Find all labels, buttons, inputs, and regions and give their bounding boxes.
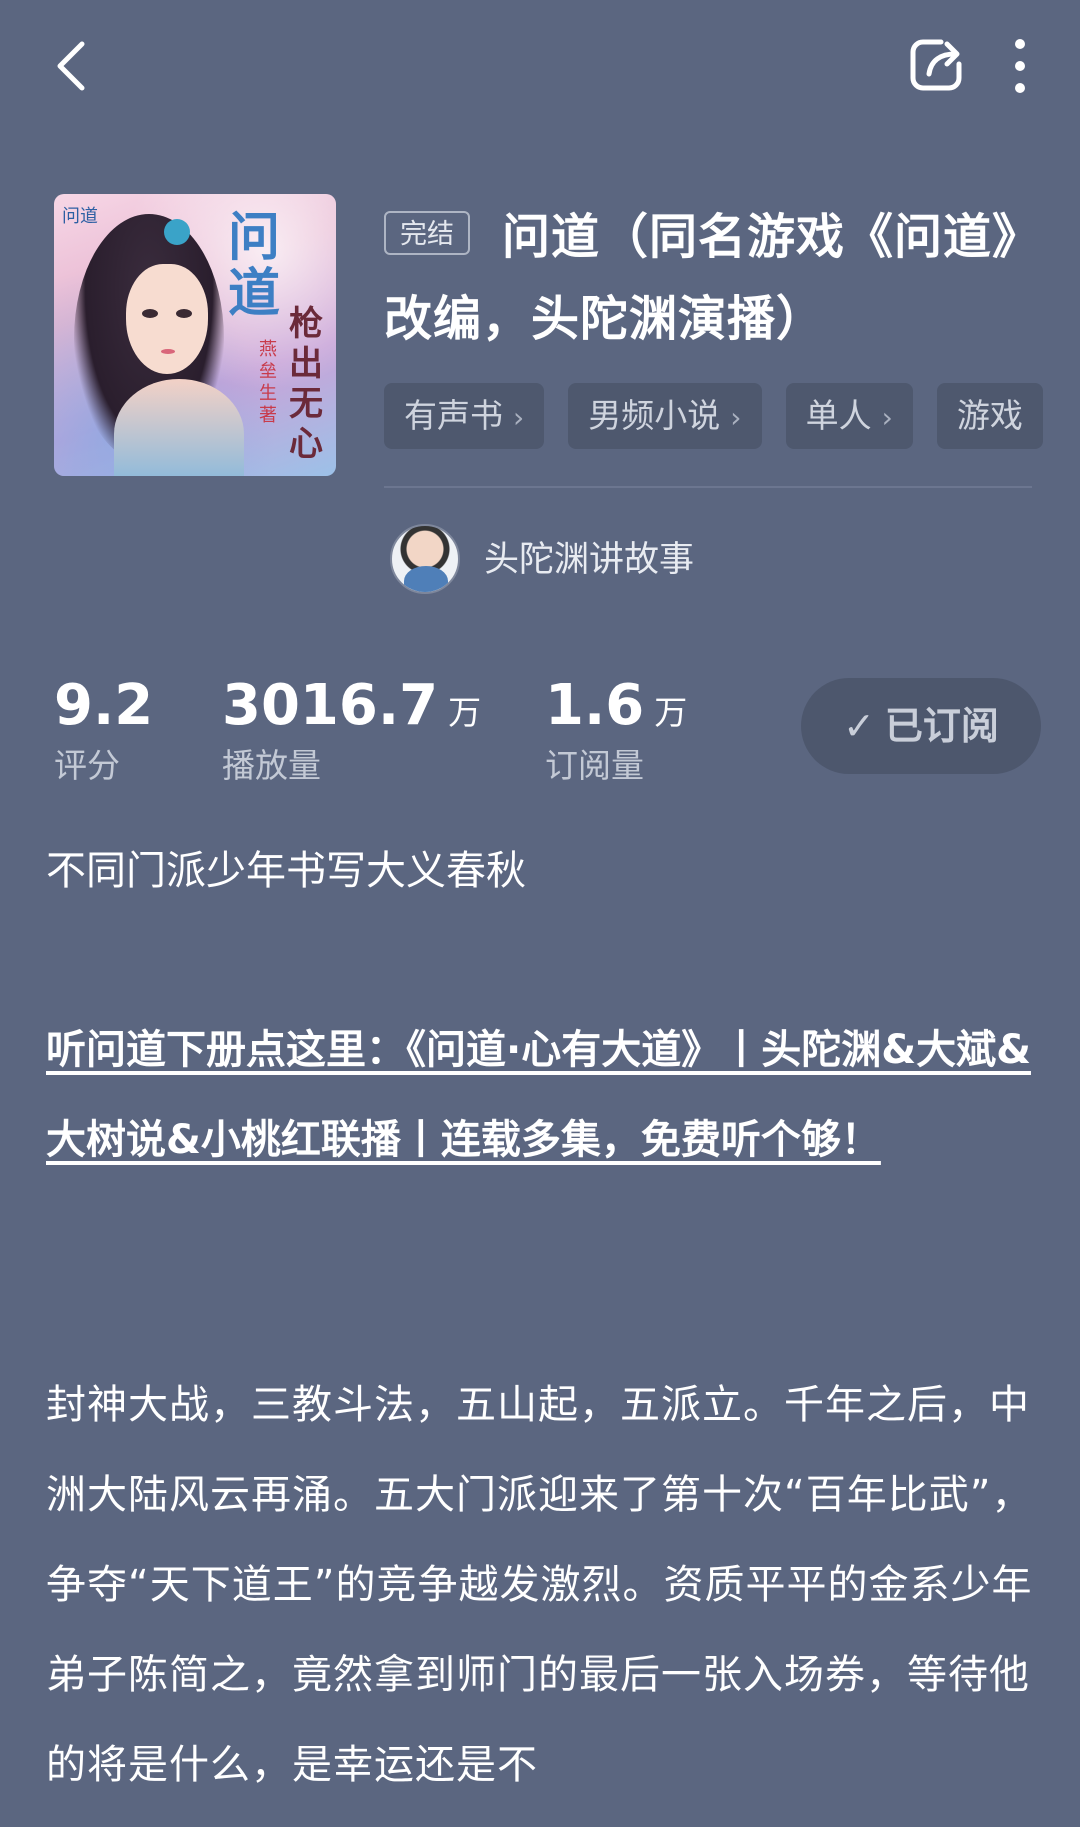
subscribe-label: 已订阅 [884, 704, 999, 748]
back-button[interactable] [48, 36, 96, 96]
plays-stat: 3016.7 万 [222, 668, 481, 751]
top-bar [0, 0, 1080, 140]
status-badge: 完结 [384, 211, 470, 255]
tag-game[interactable]: 游戏 [936, 383, 1043, 449]
cover-logo: 问道 [62, 206, 98, 227]
plays-unit: 万 [448, 693, 482, 732]
tag-label: 单人 [805, 396, 872, 435]
book-title: 问道（同名游戏《问道》改编，头陀渊演播） [384, 209, 1018, 347]
book-cover[interactable]: 问道 问道 枪出无心 燕垒生 著 [54, 194, 336, 476]
cover-figure-eye [142, 309, 158, 318]
cover-figure-face [126, 264, 208, 374]
cover-figure-mouth [161, 349, 175, 354]
avatar-figure [404, 566, 448, 592]
rating-label: 评分 [54, 746, 120, 785]
chevron-right-icon: › [730, 401, 742, 434]
plays-value: 3016.7 [222, 673, 439, 738]
cover-subtitle: 枪出无心 [289, 304, 323, 464]
subscribers-unit: 万 [654, 693, 688, 732]
subscribe-button[interactable]: ✓ 已订阅 [801, 678, 1041, 774]
divider [384, 486, 1032, 488]
cover-hair-ornament [164, 219, 190, 245]
tag-list: 有声书 › 男频小说 › 单人 › 游戏 [384, 383, 1062, 449]
plays-label: 播放量 [222, 746, 321, 785]
share-icon [910, 39, 962, 91]
chevron-right-icon: › [881, 401, 893, 434]
promo-link[interactable]: 听问道下册点这里：《问道·心有大道》丨头陀渊&大斌&大树说&小桃红联播丨连载多集… [46, 1005, 1036, 1185]
subscribers-label: 订阅量 [545, 746, 644, 785]
tag-label: 游戏 [956, 396, 1023, 435]
rating-value: 9.2 [54, 673, 154, 738]
more-vertical-icon [1015, 39, 1025, 93]
subscribers-value: 1.6 [545, 673, 645, 738]
check-icon: ✓ [843, 704, 875, 748]
book-tagline: 不同门派少年书写大义春秋 [46, 848, 526, 894]
share-button[interactable] [905, 34, 967, 96]
chevron-right-icon: › [513, 401, 525, 434]
tag-label: 有声书 [404, 396, 503, 435]
chevron-left-icon [57, 41, 85, 91]
cover-author-mark: 燕垒生 著 [259, 339, 277, 426]
tag-audiobook[interactable]: 有声书 › [384, 383, 545, 449]
cover-figure-eye [176, 309, 192, 318]
avatar[interactable] [390, 524, 460, 594]
author-name[interactable]: 头陀渊讲故事 [484, 532, 694, 588]
tag-single-narrator[interactable]: 单人 › [785, 383, 913, 449]
more-options-button[interactable] [1000, 34, 1040, 98]
tag-male-fiction[interactable]: 男频小说 › [568, 383, 762, 449]
subscribers-stat: 1.6 万 [545, 668, 687, 751]
tag-label: 男频小说 [588, 396, 721, 435]
cover-title: 问道 [227, 207, 280, 324]
book-description: 封神大战，三教斗法，五山起，五派立。千年之后，中洲大陆风云再涌。五大门派迎来了第… [46, 1382, 1033, 1788]
